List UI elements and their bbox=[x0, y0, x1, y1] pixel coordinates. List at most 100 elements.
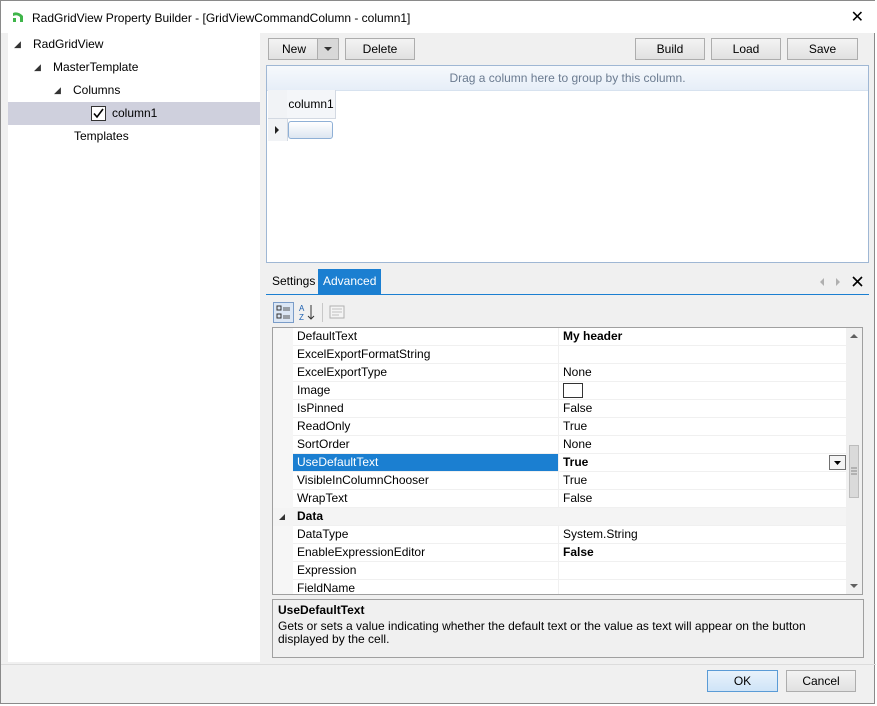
property-name: EnableExpressionEditor bbox=[293, 544, 559, 561]
settings-tabs: Settings Advanced bbox=[266, 269, 869, 294]
property-name: DefaultText bbox=[293, 328, 559, 345]
chevron-down-icon bbox=[324, 47, 332, 51]
command-cell-button[interactable] bbox=[288, 121, 333, 139]
current-row-indicator bbox=[268, 119, 288, 141]
save-button[interactable]: Save bbox=[787, 38, 858, 60]
close-tab-icon[interactable] bbox=[852, 276, 863, 287]
grid-preview[interactable]: Drag a column here to group by this colu… bbox=[266, 65, 869, 263]
window-title: RadGridView Property Builder - [GridView… bbox=[32, 11, 411, 25]
build-button[interactable]: Build bbox=[635, 38, 705, 60]
expand-triangle-icon[interactable]: ◢ bbox=[14, 33, 21, 56]
property-value[interactable] bbox=[560, 562, 848, 579]
scroll-up-icon[interactable] bbox=[846, 330, 862, 342]
title-bar: RadGridView Property Builder - [GridView… bbox=[1, 1, 876, 33]
property-row-enableexpressioneditor[interactable]: EnableExpressionEditor False bbox=[273, 544, 848, 562]
ok-button[interactable]: OK bbox=[707, 670, 778, 692]
collapse-triangle-icon[interactable] bbox=[273, 508, 293, 526]
description-title: UseDefaultText bbox=[278, 603, 365, 617]
property-value[interactable]: True bbox=[560, 454, 848, 471]
property-name: DataType bbox=[293, 526, 559, 543]
property-name: IsPinned bbox=[293, 400, 559, 417]
property-row-excelexporttype[interactable]: ExcelExportType None bbox=[273, 364, 848, 382]
scroll-thumb[interactable] bbox=[849, 445, 859, 498]
property-row-excelexportformatstring[interactable]: ExcelExportFormatString bbox=[273, 346, 848, 364]
property-row-defaulttext[interactable]: DefaultText My header bbox=[273, 328, 848, 346]
group-panel[interactable]: Drag a column here to group by this colu… bbox=[267, 66, 868, 91]
property-value[interactable]: System.String bbox=[560, 526, 848, 543]
property-value[interactable] bbox=[560, 580, 848, 594]
property-row-ispinned[interactable]: IsPinned False bbox=[273, 400, 848, 418]
tab-underline bbox=[266, 294, 869, 295]
delete-button[interactable]: Delete bbox=[345, 38, 415, 60]
tree-node-columns[interactable]: ◢ Columns bbox=[8, 79, 260, 102]
column-header[interactable]: column1 bbox=[287, 90, 336, 119]
property-value[interactable]: False bbox=[560, 490, 848, 507]
tree-node-label: RadGridView bbox=[33, 37, 104, 51]
property-grid-scrollbar[interactable] bbox=[846, 328, 862, 594]
property-row-image[interactable]: Image bbox=[273, 382, 848, 400]
image-swatch-icon[interactable] bbox=[563, 383, 583, 398]
property-value[interactable]: None bbox=[560, 436, 848, 453]
property-value[interactable]: False bbox=[560, 544, 848, 561]
new-split-button[interactable]: New bbox=[268, 38, 339, 60]
category-name: Data bbox=[297, 509, 324, 523]
tab-settings[interactable]: Settings bbox=[267, 269, 320, 294]
tree-node-templates[interactable]: Templates bbox=[8, 125, 260, 148]
alphabetical-view-button[interactable]: A Z bbox=[297, 302, 318, 323]
property-value[interactable]: None bbox=[560, 364, 848, 381]
property-row-datatype[interactable]: DataType System.String bbox=[273, 526, 848, 544]
property-value[interactable]: True bbox=[560, 418, 848, 435]
property-row-visibleincolumnchooser[interactable]: VisibleInColumnChooser True bbox=[273, 472, 848, 490]
tree-node-radgridview[interactable]: ◢ RadGridView bbox=[8, 33, 260, 56]
property-row-usedefaulttext[interactable]: UseDefaultText True bbox=[273, 454, 848, 472]
property-row-expression[interactable]: Expression bbox=[273, 562, 848, 580]
close-icon[interactable]: ✕ bbox=[851, 7, 864, 27]
categorized-icon bbox=[276, 305, 290, 319]
description-text: Gets or sets a value indicating whether … bbox=[278, 619, 806, 646]
tree-node-mastertemplate[interactable]: ◢ MasterTemplate bbox=[8, 56, 260, 79]
tab-advanced[interactable]: Advanced bbox=[318, 269, 382, 294]
svg-text:Z: Z bbox=[299, 313, 304, 322]
property-value[interactable] bbox=[560, 382, 848, 399]
row-pointer-icon bbox=[275, 126, 279, 134]
dialog-window: RadGridView Property Builder - [GridView… bbox=[0, 0, 876, 704]
cancel-button[interactable]: Cancel bbox=[786, 670, 856, 692]
expand-triangle-icon[interactable]: ◢ bbox=[34, 56, 41, 79]
property-value[interactable]: False bbox=[560, 400, 848, 417]
scroll-down-icon[interactable] bbox=[846, 580, 862, 592]
property-row-sortorder[interactable]: SortOrder None bbox=[273, 436, 848, 454]
property-value[interactable]: True bbox=[560, 472, 848, 489]
property-name: Image bbox=[293, 382, 559, 399]
row-header-corner bbox=[268, 90, 288, 119]
new-dropdown-arrow[interactable] bbox=[317, 39, 338, 59]
load-button[interactable]: Load bbox=[711, 38, 781, 60]
grip-icon bbox=[851, 467, 857, 475]
expand-triangle-icon[interactable]: ◢ bbox=[54, 79, 61, 102]
new-button-label: New bbox=[282, 42, 307, 56]
categorized-view-button[interactable] bbox=[273, 302, 294, 323]
tab-scroll-arrows-icon[interactable] bbox=[818, 277, 842, 287]
tree-node-label: MasterTemplate bbox=[53, 60, 139, 74]
tree-node-label: column1 bbox=[112, 106, 158, 120]
property-value[interactable] bbox=[560, 346, 848, 363]
property-name: ReadOnly bbox=[293, 418, 559, 435]
property-pages-button[interactable] bbox=[327, 302, 348, 323]
property-category-data[interactable]: Data bbox=[273, 508, 848, 526]
property-name: UseDefaultText bbox=[293, 454, 559, 471]
column-visible-checkbox[interactable] bbox=[91, 106, 106, 121]
tree-node-column1[interactable]: column1 bbox=[8, 102, 260, 125]
tree-node-label: Templates bbox=[74, 129, 129, 143]
property-row-fieldname[interactable]: FieldName bbox=[273, 580, 848, 594]
footer-divider bbox=[1, 664, 876, 665]
property-grid[interactable]: DefaultText My header ExcelExportFormatS… bbox=[272, 327, 863, 595]
sort-az-icon: A Z bbox=[299, 304, 315, 322]
toolbar-divider bbox=[322, 303, 323, 322]
tree-node-label: Columns bbox=[73, 83, 121, 97]
value-dropdown-button[interactable] bbox=[829, 455, 846, 470]
chevron-down-icon bbox=[834, 461, 841, 465]
tree-panel: ◢ RadGridView ◢ MasterTemplate ◢ Columns… bbox=[8, 33, 260, 662]
svg-text:A: A bbox=[299, 304, 305, 313]
property-row-wraptext[interactable]: WrapText False bbox=[273, 490, 848, 508]
property-value[interactable]: My header bbox=[560, 328, 848, 345]
property-row-readonly[interactable]: ReadOnly True bbox=[273, 418, 848, 436]
